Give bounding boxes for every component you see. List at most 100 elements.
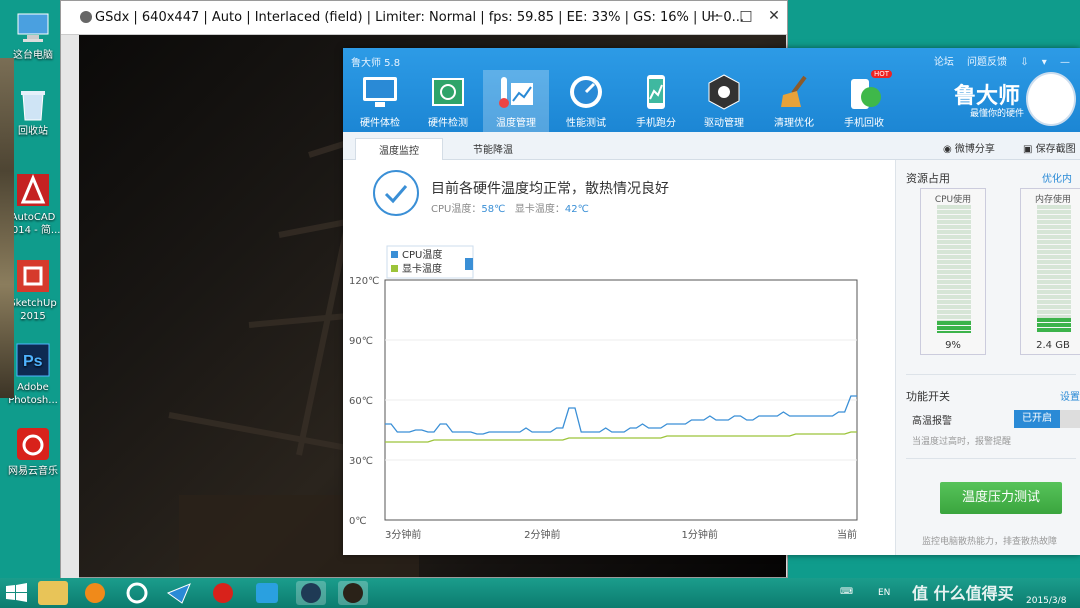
nav-label: 手机跑分 bbox=[636, 118, 676, 129]
taskbar-messenger[interactable] bbox=[164, 581, 194, 605]
taskbar: ⌨ EN 值 什么值得买 2015/3/8 bbox=[0, 578, 1080, 608]
memory-usage-fill bbox=[1037, 318, 1071, 333]
cpu-usage-meter: CPU使用 9% bbox=[920, 188, 986, 355]
nav-hardware-detect[interactable]: 硬件检测 bbox=[415, 70, 481, 132]
ludashi-mascot-icon bbox=[301, 583, 321, 603]
legend-swatch bbox=[391, 251, 398, 258]
desktop-icon-netease[interactable]: 网易云音乐 bbox=[2, 426, 64, 478]
taskbar-ludashi[interactable] bbox=[296, 581, 326, 605]
nav-label: 驱动管理 bbox=[704, 118, 744, 129]
gsdx-title: GSdx | 640x447 | Auto | Interlaced (fiel… bbox=[95, 10, 745, 25]
feedback-link[interactable]: 问题反馈 bbox=[967, 57, 1007, 68]
divider bbox=[906, 458, 1076, 459]
taskbar-netease[interactable] bbox=[208, 581, 238, 605]
legend-swatch bbox=[391, 265, 398, 272]
weibo-icon: ◉ bbox=[943, 144, 955, 155]
nav-phone-benchmark[interactable]: 手机跑分 bbox=[623, 70, 689, 132]
ludashi-top-links: 论坛 问题反馈 ⇩ ▾ — bbox=[924, 53, 1070, 68]
cpu-usage-fill bbox=[937, 321, 971, 333]
y-tick-label: 90℃ bbox=[349, 336, 373, 347]
save-screenshot-label: 保存截图 bbox=[1035, 144, 1076, 155]
background-window-strip bbox=[0, 58, 14, 398]
photoshop-icon: Ps bbox=[15, 342, 51, 378]
netease-music-icon bbox=[213, 583, 233, 603]
minimize-button[interactable]: — bbox=[701, 5, 731, 27]
ludashi-app-title: 鲁大师 5.8 bbox=[351, 58, 401, 69]
nav-performance[interactable]: 性能测试 bbox=[553, 70, 619, 132]
camera-icon: ▣ bbox=[1023, 144, 1036, 155]
sketchup-icon bbox=[15, 258, 51, 294]
stress-test-description: 监控电脑散热能力，排查散热故障 bbox=[922, 537, 1058, 547]
cloud-icon bbox=[126, 582, 148, 604]
paper-plane-icon bbox=[166, 583, 191, 604]
taskbar-browser[interactable] bbox=[80, 581, 110, 605]
recycle-bin-icon bbox=[15, 86, 51, 122]
nav-driver[interactable]: 驱动管理 bbox=[691, 70, 757, 132]
driver-gear-icon bbox=[705, 73, 743, 111]
functions-title: 功能开关 bbox=[906, 390, 950, 403]
nav-phone-recycle[interactable]: 手机回收 HOT bbox=[831, 70, 897, 132]
taskbar-app[interactable] bbox=[252, 581, 282, 605]
desktop-icon-computer[interactable]: 这台电脑 bbox=[2, 10, 64, 62]
status-temps: CPU温度：58℃ 显卡温度：42℃ bbox=[431, 200, 589, 215]
nav-hardware-checkup[interactable]: 硬件体检 bbox=[347, 70, 413, 132]
menu-icon[interactable]: ▾ bbox=[1042, 57, 1047, 68]
save-screenshot-button[interactable]: ▣ 保存截图 bbox=[1023, 140, 1076, 155]
high-temp-alarm-toggle[interactable]: 已开启 bbox=[1014, 410, 1080, 428]
thermometer-chart-icon bbox=[497, 73, 535, 111]
legend-label: 显卡温度 bbox=[402, 262, 442, 275]
x-tick-label: 1分钟前 bbox=[681, 528, 717, 541]
keyboard-icon[interactable]: ⌨ bbox=[840, 587, 853, 597]
side-panel: 资源占用 优化内存 CPU使用 9% 内存使用 2.4 GB 功能开关 设置 高… bbox=[895, 160, 1080, 555]
broom-icon bbox=[775, 73, 813, 111]
forum-link[interactable]: 论坛 bbox=[934, 57, 954, 68]
start-button[interactable] bbox=[4, 582, 30, 604]
weibo-share-label: 微博分享 bbox=[954, 144, 995, 155]
desktop-icon-label: 网易云音乐 bbox=[8, 466, 58, 477]
gsdx-left-border bbox=[61, 35, 79, 579]
speedometer-icon bbox=[567, 73, 605, 111]
monitor-check-icon bbox=[361, 73, 399, 111]
gsdx-titlebar[interactable]: GSdx | 640x447 | Auto | Interlaced (fiel… bbox=[61, 1, 787, 35]
windows-logo-icon bbox=[6, 583, 27, 602]
weibo-share-button[interactable]: ◉ 微博分享 bbox=[943, 140, 995, 155]
language-indicator[interactable]: EN bbox=[878, 588, 890, 598]
memory-usage-meter: 内存使用 2.4 GB bbox=[1020, 188, 1080, 355]
autocad-icon bbox=[15, 172, 51, 208]
settings-link[interactable]: 设置 bbox=[1060, 388, 1080, 403]
nav-label: 硬件检测 bbox=[428, 118, 468, 129]
skin-icon[interactable]: ⇩ bbox=[1020, 57, 1028, 68]
x-tick-label: 3分钟前 bbox=[385, 528, 421, 541]
x-tick-label: 当前 bbox=[837, 528, 857, 541]
app-icon bbox=[256, 583, 278, 603]
gsdx-app-icon bbox=[79, 10, 93, 24]
maximize-button[interactable]: □ bbox=[731, 5, 761, 27]
taskbar-pcsx2[interactable] bbox=[338, 581, 368, 605]
cpu-usage-label: CPU使用 bbox=[934, 195, 972, 205]
status-message: 目前各硬件温度均正常，散热情况良好 bbox=[431, 181, 669, 197]
ludashi-header: 鲁大师 5.8 论坛 问题反馈 ⇩ ▾ — 硬件体检 硬件检测 温度管理 性能测… bbox=[343, 48, 1080, 132]
close-button[interactable]: ✕ bbox=[759, 5, 789, 27]
tab-temp-monitor[interactable]: 温度监控 bbox=[355, 138, 443, 160]
svg-text:Ps: Ps bbox=[23, 353, 43, 370]
memory-usage-value: 2.4 GB bbox=[1036, 340, 1070, 351]
legend-label: CPU温度 bbox=[402, 248, 442, 261]
nav-label: 硬件体检 bbox=[360, 118, 400, 129]
minimize-icon[interactable]: — bbox=[1060, 57, 1070, 68]
y-tick-label: 120℃ bbox=[349, 276, 379, 287]
y-tick-label: 60℃ bbox=[349, 396, 373, 407]
tab-energy-save[interactable]: 节能降温 bbox=[447, 138, 539, 160]
netease-music-icon bbox=[15, 426, 51, 462]
nav-cleanup[interactable]: 清理优化 bbox=[761, 70, 827, 132]
hardware-board-icon bbox=[429, 73, 467, 111]
taskbar-cloud[interactable] bbox=[122, 581, 152, 605]
high-temp-alarm-label: 高温报警 bbox=[912, 416, 952, 427]
nav-temperature[interactable]: 温度管理 bbox=[483, 70, 549, 132]
ludashi-subbar: 温度监控 节能降温 ◉ 微博分享 ▣ 保存截图 bbox=[343, 132, 1080, 160]
cpu-usage-value: 9% bbox=[945, 340, 961, 351]
temp-monitor-panel: 目前各硬件温度均正常，散热情况良好 CPU温度：58℃ 显卡温度：42℃ 120… bbox=[343, 160, 895, 555]
taskbar-explorer[interactable] bbox=[38, 581, 68, 605]
clock-date[interactable]: 2015/3/8 bbox=[1026, 596, 1066, 606]
temperature-chart: 120℃ 90℃ 60℃ 30℃ 0℃ 3分钟前 2分钟前 1分钟前 当前 CPU温度显卡温度 bbox=[349, 245, 858, 541]
stress-test-button[interactable]: 温度压力测试 bbox=[940, 482, 1062, 514]
